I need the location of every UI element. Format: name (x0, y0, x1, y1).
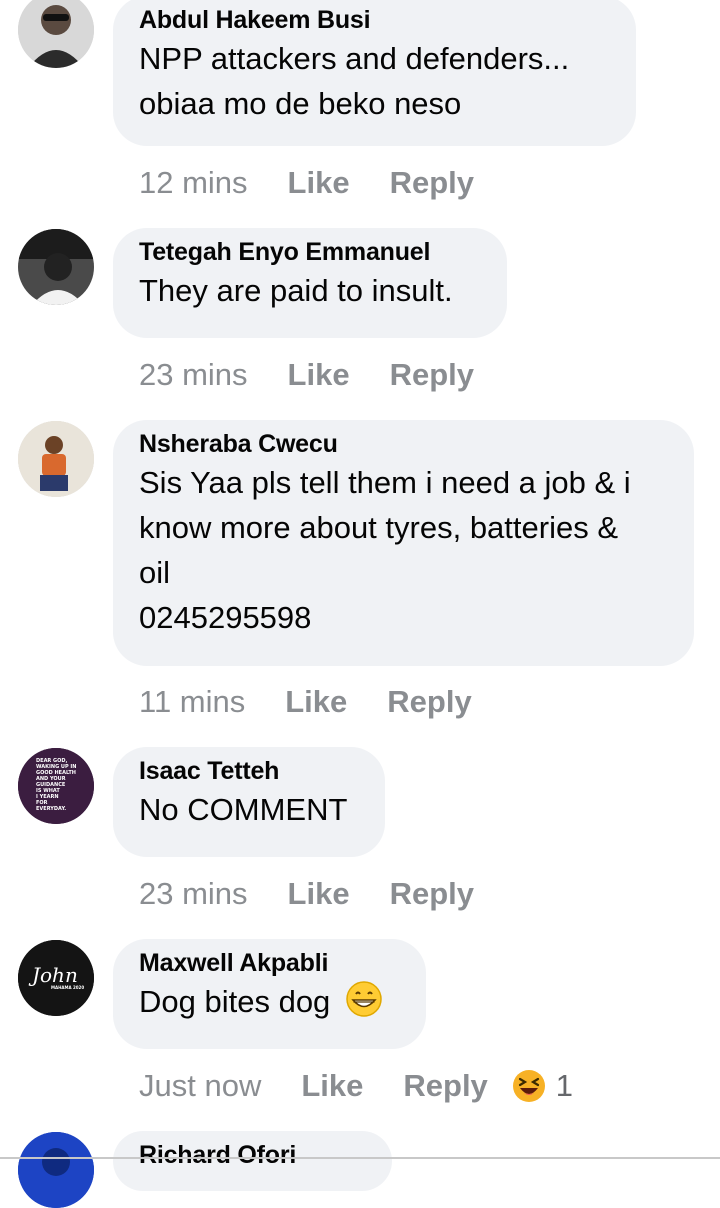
haha-reaction-icon (512, 1070, 545, 1102)
comment-bubble[interactable]: Isaac Tetteh No COMMENT (113, 747, 385, 857)
comment-bubble[interactable]: Abdul Hakeem Busi NPP attackers and defe… (113, 0, 636, 146)
avatar-caption: MAHAMA 2020 (51, 985, 84, 990)
comment-bubble[interactable]: Tetegah Enyo Emmanuel They are paid to i… (113, 228, 507, 338)
comment-actions: 12 mins Like Reply (139, 163, 474, 203)
like-button[interactable]: Like (301, 1066, 363, 1106)
comment-text: Dog bites dog (139, 979, 400, 1030)
comment-actions: 23 mins Like Reply (139, 355, 474, 395)
comment-timestamp: 23 mins (139, 357, 248, 392)
avatar[interactable]: DEAR GOD, WAKING UP IN GOOD HEALTH AND Y… (18, 748, 94, 824)
reaction-summary[interactable]: 1 (512, 1066, 573, 1106)
reply-button[interactable]: Reply (390, 874, 474, 914)
comment-bubble[interactable]: Maxwell Akpabli Dog bites dog (113, 939, 426, 1049)
like-button[interactable]: Like (285, 682, 347, 722)
comment-author[interactable]: Tetegah Enyo Emmanuel (139, 236, 481, 268)
reaction-count: 1 (555, 1068, 574, 1103)
comment-text: They are paid to insult. (139, 273, 453, 308)
comment-timestamp: Just now (139, 1068, 262, 1103)
comment-actions: 11 mins Like Reply (139, 682, 472, 722)
comment-text-content: Dog bites dog (139, 984, 331, 1019)
comment-bubble[interactable]: Nsheraba Cwecu Sis Yaa pls tell them i n… (113, 420, 694, 666)
avatar-caption: John (28, 963, 78, 987)
avatar[interactable] (18, 1132, 94, 1208)
comment-author[interactable]: Abdul Hakeem Busi (139, 4, 610, 36)
reply-button[interactable]: Reply (390, 163, 474, 203)
reply-button[interactable]: Reply (390, 355, 474, 395)
avatar[interactable] (18, 229, 94, 305)
comment-author[interactable]: Nsheraba Cwecu (139, 428, 668, 460)
like-button[interactable]: Like (288, 163, 350, 203)
comment-timestamp: 11 mins (139, 684, 246, 719)
grinning-face-emoji (345, 980, 383, 1030)
comment-text: NPP attackers and defenders... (139, 41, 570, 76)
comment-author[interactable]: Richard Ofori (139, 1139, 366, 1171)
screen-edge-divider (0, 1157, 720, 1159)
comment-timestamp: 12 mins (139, 165, 248, 200)
avatar[interactable] (18, 421, 94, 497)
reply-button[interactable]: Reply (403, 1066, 487, 1106)
comment-author[interactable]: Maxwell Akpabli (139, 947, 400, 979)
comment-text: Sis Yaa pls tell them i need a job & i (139, 465, 631, 500)
comment-text: oil (139, 555, 171, 590)
avatar-caption: EVERYDAY. (36, 806, 66, 812)
comment-text: obiaa mo de beko neso (139, 86, 462, 121)
reply-button[interactable]: Reply (387, 682, 471, 722)
comment-actions: Just now Like Reply 1 (139, 1066, 573, 1106)
avatar[interactable] (18, 0, 94, 68)
comment-text: know more about tyres, batteries & (139, 510, 619, 545)
like-button[interactable]: Like (288, 874, 350, 914)
like-button[interactable]: Like (288, 355, 350, 395)
comment-author[interactable]: Isaac Tetteh (139, 755, 359, 787)
comment-bubble[interactable]: Richard Ofori (113, 1131, 392, 1191)
avatar[interactable]: John MAHAMA 2020 (18, 940, 94, 1016)
comment-text: No COMMENT (139, 792, 348, 827)
comment-actions: 23 mins Like Reply (139, 874, 474, 914)
comment-text: 0245295598 (139, 600, 312, 635)
comment-timestamp: 23 mins (139, 876, 248, 911)
